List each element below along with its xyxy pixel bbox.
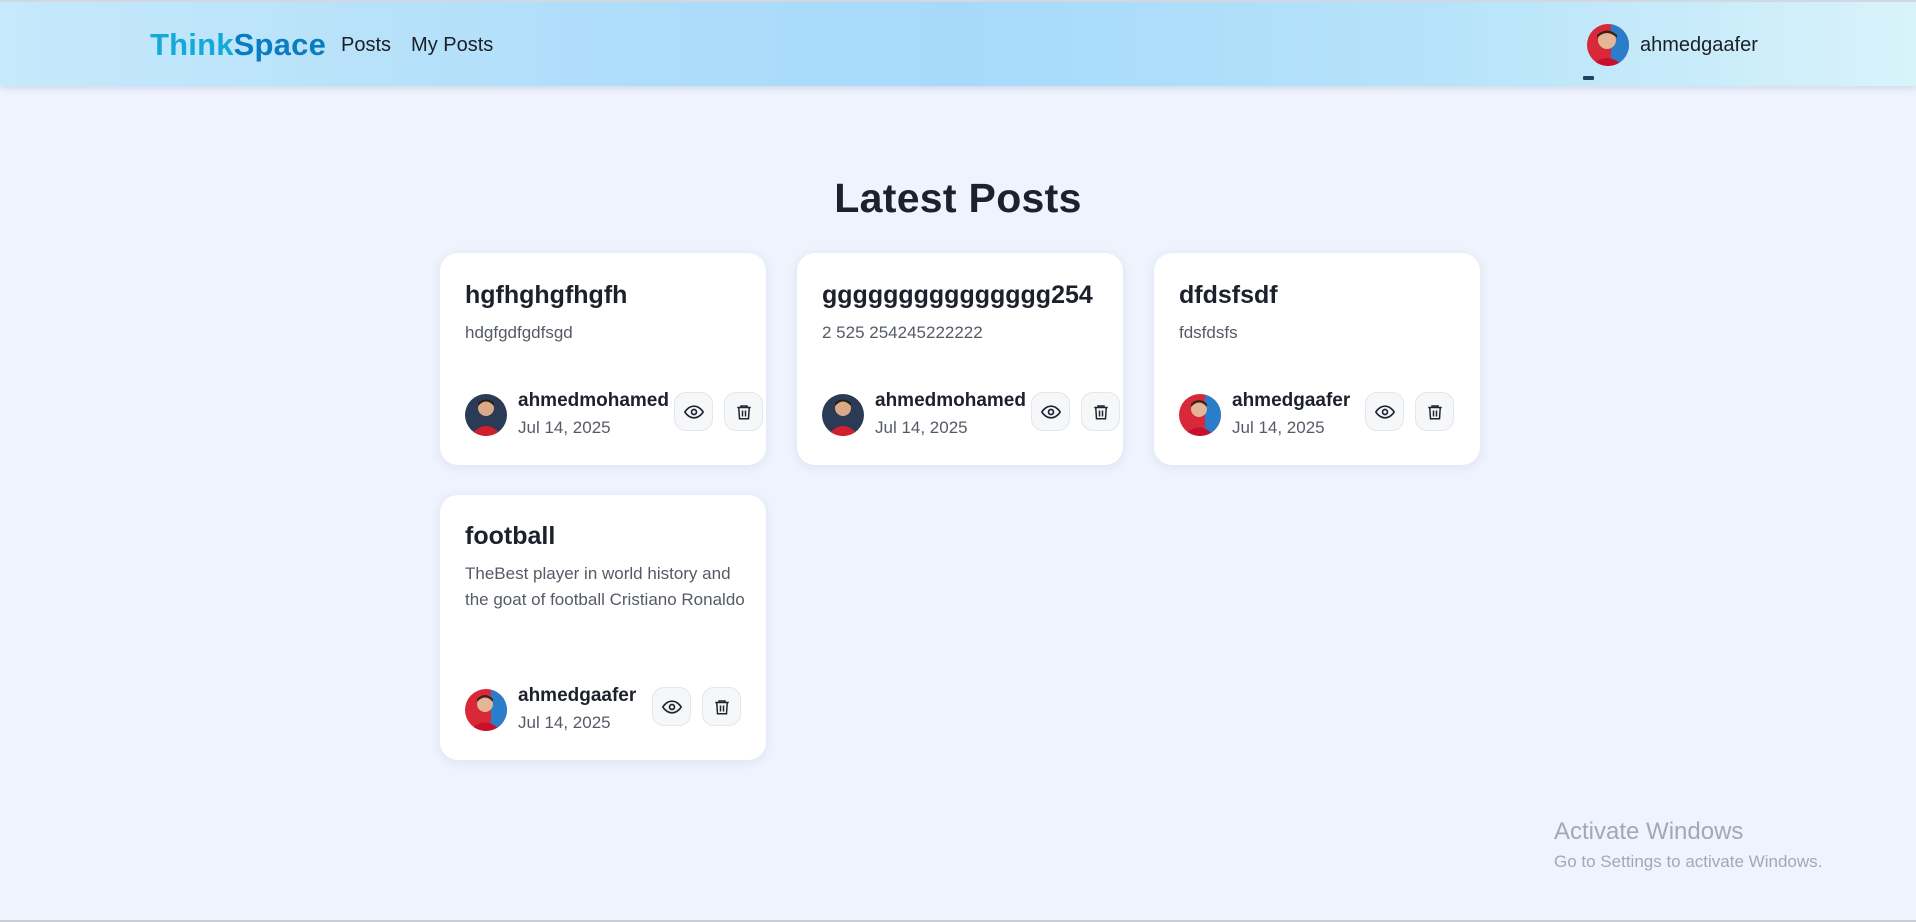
post-date: Jul 14, 2025 <box>518 713 611 732</box>
page-title: Latest Posts <box>834 175 1082 221</box>
author-avatar <box>465 393 507 436</box>
post-date: Jul 14, 2025 <box>1232 418 1325 437</box>
post-body: hdgfgdfgdfsgd <box>465 323 573 342</box>
eye-icon <box>661 699 682 714</box>
brand-think: Think <box>150 27 234 62</box>
delete-post-button[interactable] <box>1081 392 1120 431</box>
eye-icon <box>683 404 704 419</box>
post-title: dfdsfsdf <box>1179 281 1278 309</box>
user-menu[interactable]: ahmedgaafer <box>1587 24 1758 66</box>
brand-space: Space <box>233 27 327 62</box>
post-author[interactable]: ahmedgaafer <box>518 684 636 708</box>
post-author-info: ahmedmohamed Jul 14, 2025 <box>822 389 1026 440</box>
author-avatar <box>822 393 864 436</box>
post-author[interactable]: ahmedgaafer <box>1232 389 1350 413</box>
author-avatar <box>1179 393 1221 436</box>
trash-icon <box>736 404 751 419</box>
watermark-subtitle: Go to Settings to activate Windows. <box>1554 852 1823 871</box>
active-indicator <box>1583 76 1594 80</box>
user-name: ahmedgaafer <box>1640 33 1758 56</box>
brand-logo[interactable]: ThinkSpace <box>150 27 326 63</box>
post-date: Jul 14, 2025 <box>875 418 968 437</box>
post-body: fdsfdsfs <box>1179 323 1238 342</box>
author-block: ahmedmohamed Jul 14, 2025 <box>518 389 669 440</box>
post-body: TheBest player in world history and the … <box>465 564 745 609</box>
windows-activation-watermark: Activate Windows Go to Settings to activ… <box>1554 818 1822 872</box>
watermark-title: Activate Windows <box>1554 818 1744 845</box>
delete-post-button[interactable] <box>724 392 763 431</box>
user-avatar <box>1587 24 1629 66</box>
eye-icon <box>1374 404 1395 419</box>
nav-link-my-posts[interactable]: My Posts <box>411 34 493 57</box>
delete-post-button[interactable] <box>702 687 741 726</box>
nav-link-posts[interactable]: Posts <box>341 34 391 57</box>
post-title: hgfhghgfhgfh <box>465 281 628 309</box>
view-post-button[interactable] <box>674 392 713 431</box>
post-card: hgfhghgfhgfh hdgfgdfgdfsgd ahmedmohamed … <box>440 253 766 465</box>
view-post-button[interactable] <box>1365 392 1404 431</box>
post-body: 2 525 254245222222 <box>822 323 983 342</box>
post-card: ggggggggggggggg254 2 525 254245222222 ah… <box>797 253 1123 465</box>
trash-icon <box>1427 404 1442 419</box>
top-navbar: ThinkSpace Posts My Posts ahmedgaafer <box>0 0 1916 86</box>
post-card: dfdsfsdf fdsfdsfs ahmedgaafer Jul 14, 20… <box>1154 253 1480 465</box>
author-block: ahmedgaafer Jul 14, 2025 <box>1232 389 1350 440</box>
post-author-info: ahmedgaafer Jul 14, 2025 <box>465 684 636 735</box>
nav-links: Posts My Posts <box>341 34 493 57</box>
post-author[interactable]: ahmedmohamed <box>875 389 1026 413</box>
post-author[interactable]: ahmedmohamed <box>518 389 669 413</box>
author-avatar <box>465 688 507 731</box>
trash-icon <box>1093 404 1108 419</box>
view-post-button[interactable] <box>652 687 691 726</box>
post-title: football <box>465 522 556 550</box>
post-author-info: ahmedgaafer Jul 14, 2025 <box>1179 389 1350 440</box>
post-author-info: ahmedmohamed Jul 14, 2025 <box>465 389 669 440</box>
eye-icon <box>1040 404 1061 419</box>
author-block: ahmedmohamed Jul 14, 2025 <box>875 389 1026 440</box>
post-card: football TheBest player in world history… <box>440 495 766 760</box>
delete-post-button[interactable] <box>1415 392 1454 431</box>
view-post-button[interactable] <box>1031 392 1070 431</box>
author-block: ahmedgaafer Jul 14, 2025 <box>518 684 636 735</box>
trash-icon <box>714 699 729 714</box>
post-date: Jul 14, 2025 <box>518 418 611 437</box>
post-title: ggggggggggggggg254 <box>822 281 1093 309</box>
